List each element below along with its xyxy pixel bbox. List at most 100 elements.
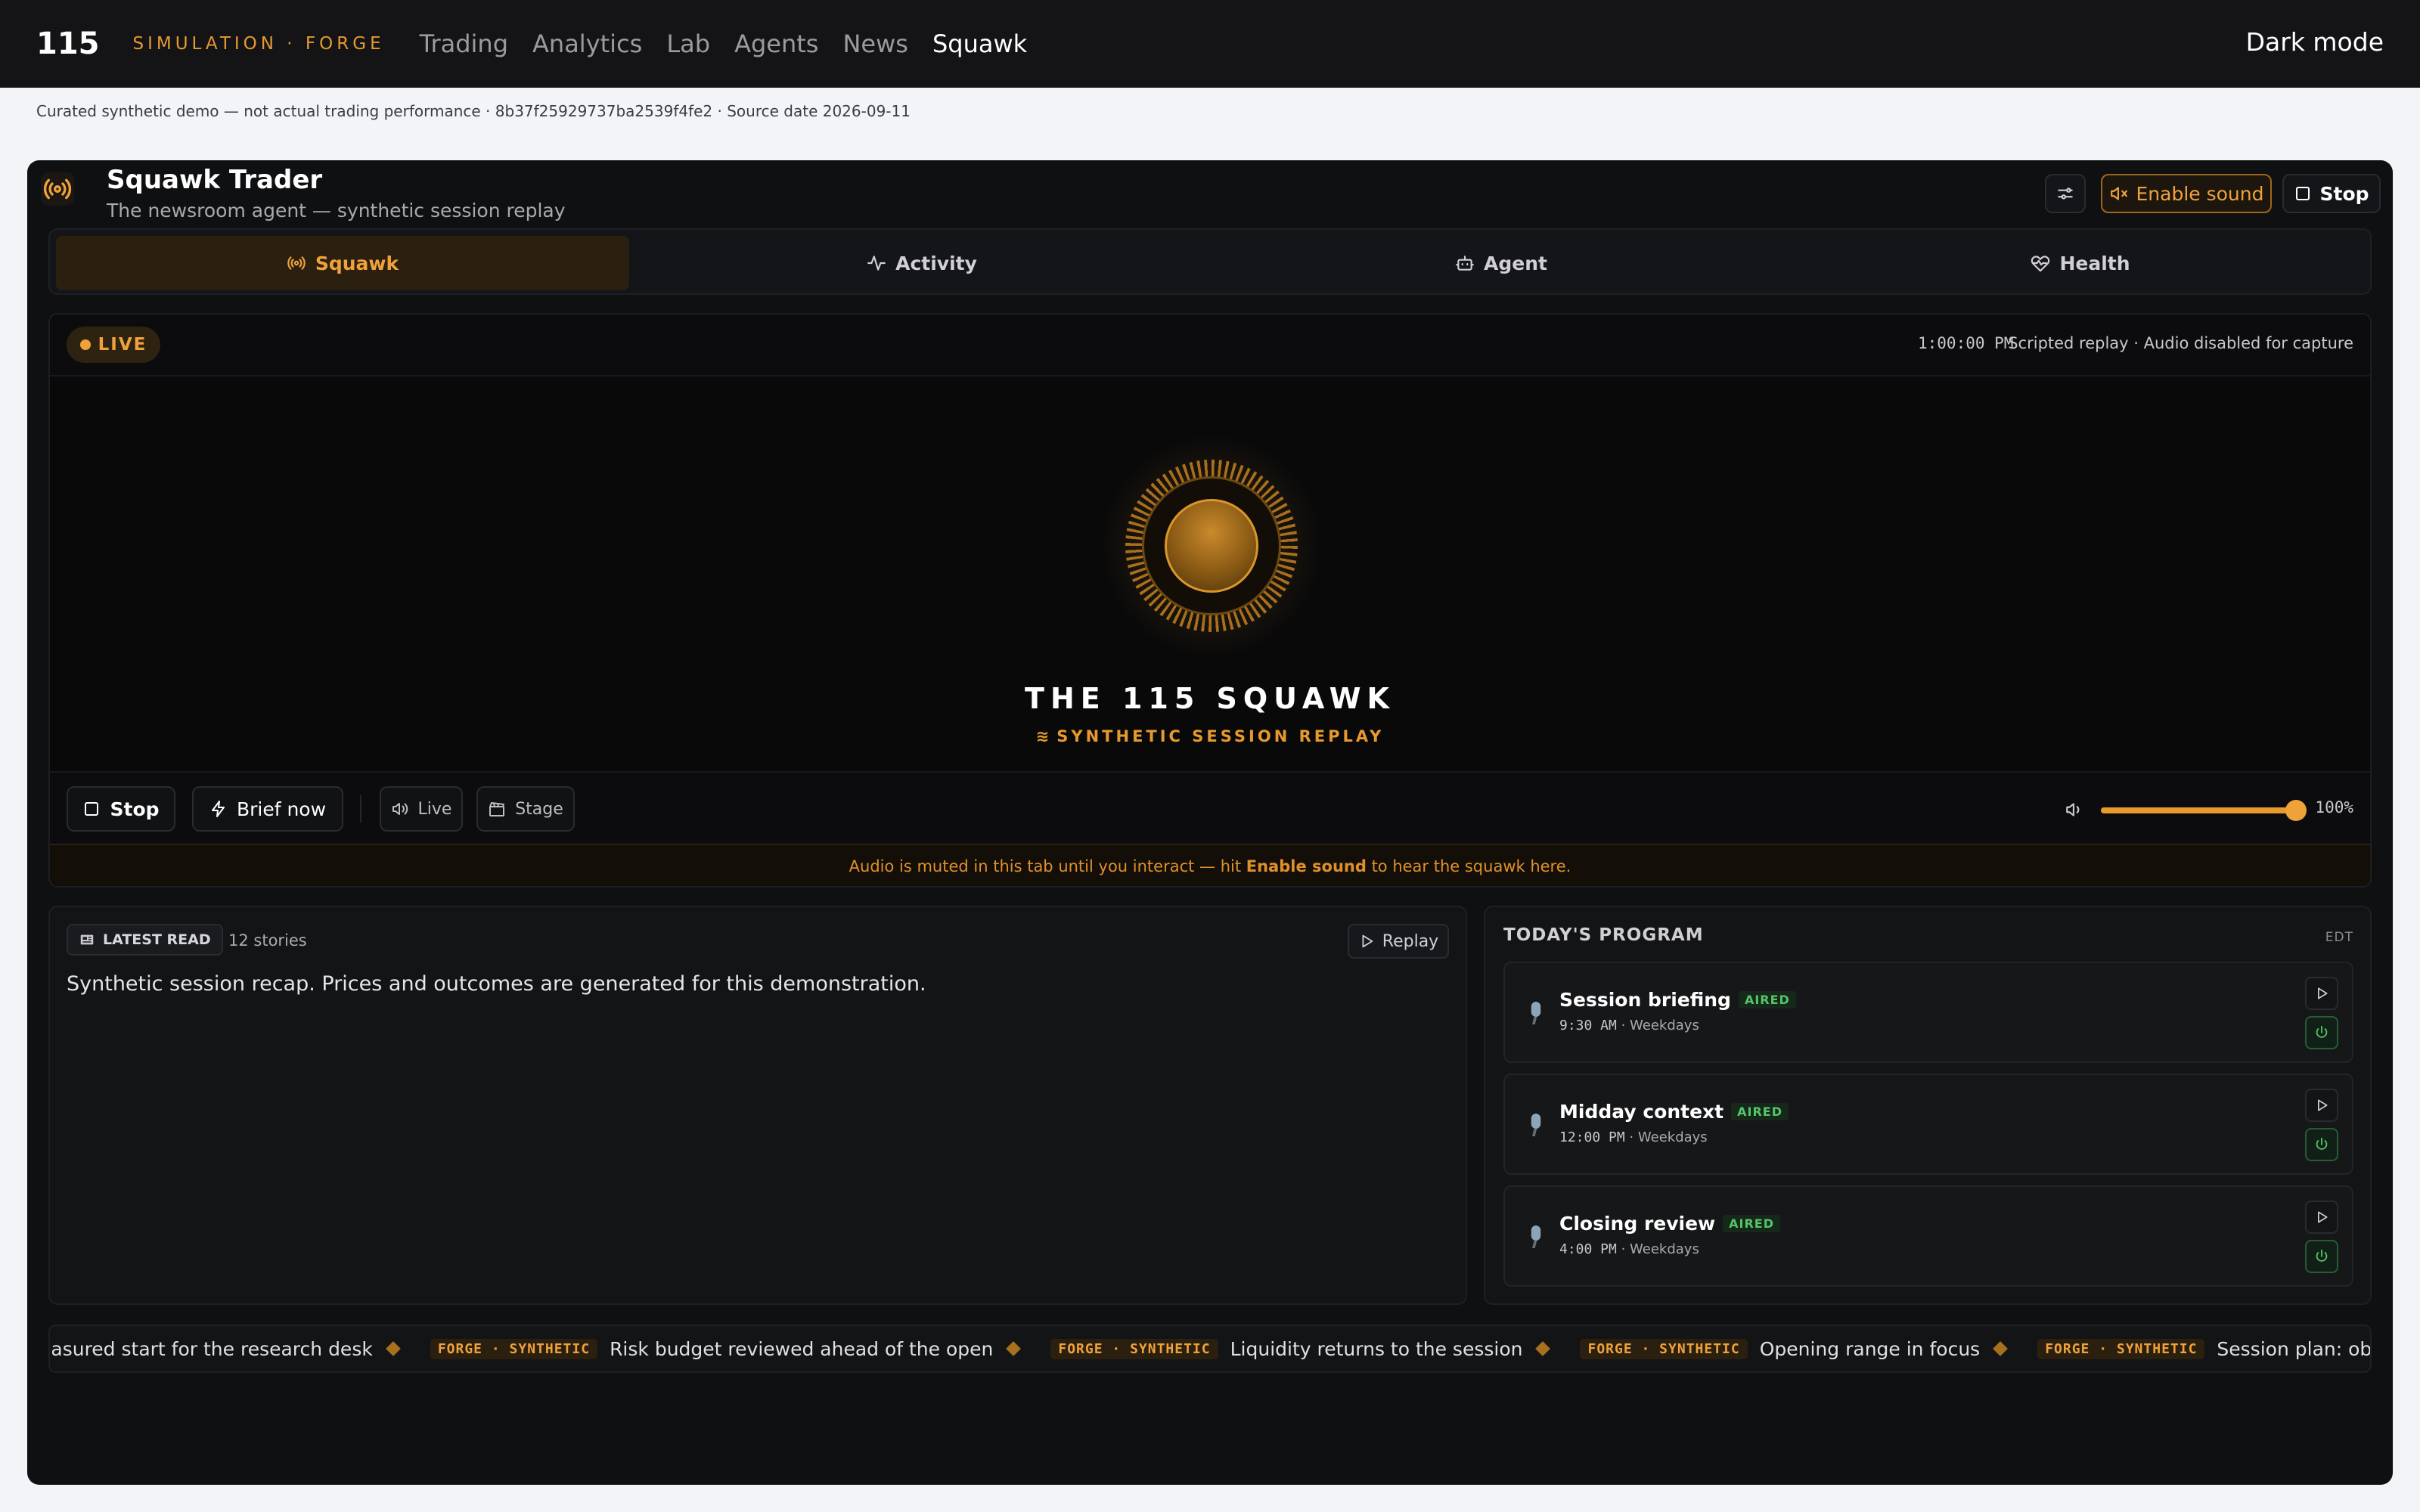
disclaimer-text: Curated synthetic demo — not actual trad… [36,102,911,120]
ticker-tag: FORGE · SYNTHETIC [2037,1338,2205,1359]
nav-link-trading[interactable]: Trading [420,29,508,58]
top-nav: 115 SIMULATION · FORGE Trading Analytics… [0,0,2420,88]
program-item-time: 12:00 PM [1559,1129,1625,1145]
diamond-separator-icon [1535,1341,1551,1356]
program-item-title: Midday context [1559,1101,1724,1123]
program-item-name: Midday context AIRED [1559,1101,1789,1123]
ticker-text: Opening range in focus [1759,1337,1981,1360]
muted-notice-link[interactable]: Enable sound [1246,857,1367,875]
volume-slider[interactable] [2101,807,2296,813]
ticker-text: Liquidity returns to the session [1230,1337,1523,1360]
diamond-separator-icon [1006,1341,1022,1356]
nav-link-news[interactable]: News [842,29,908,58]
replay-button[interactable]: Replay [1348,924,1449,959]
play-icon [2318,987,2328,999]
tab-label: Health [2059,252,2130,274]
newspaper-icon [80,934,94,945]
program-title: TODAY'S PROGRAM [1503,925,1704,945]
ticker-tag: FORGE · SYNTHETIC [1580,1338,1748,1359]
stop-label: Stop [110,798,160,820]
play-icon [2318,1099,2328,1111]
radio-icon [287,256,306,270]
latest-read-label: LATEST READ [103,931,211,948]
program-timezone: EDT [2325,930,2353,945]
enable-sound-button[interactable]: Enable sound [2101,174,2272,213]
program-item-days: Weekdays [1630,1018,1699,1033]
tab-agent[interactable]: Agent [1215,236,1788,290]
nav-link-squawk[interactable]: Squawk [932,29,1027,58]
program-item-meta: 12:00 PM · Weekdays [1559,1129,1708,1145]
live-dot-icon [79,339,91,350]
latest-read-text: Synthetic session recap. Prices and outc… [67,972,926,996]
tab-activity[interactable]: Activity [635,236,1208,290]
ticker-item: FORGE · SYNTHETIC Session plan: observe,… [2037,1338,2370,1360]
toggle-program-button[interactable] [2305,1016,2338,1049]
power-icon [2316,1025,2328,1038]
program-item-title: Session briefing [1559,989,1731,1011]
brief-now-label: Brief now [236,798,327,820]
tab-health[interactable]: Health [1794,236,2367,290]
aired-badge: AIRED [1738,991,1796,1009]
settings-button[interactable] [2045,174,2086,213]
nav-link-analytics[interactable]: Analytics [532,29,642,58]
ticker-track: easured start for the research desk FORG… [48,1326,2370,1371]
squawk-card: Squawk Trader The newsroom agent — synth… [27,160,2393,1485]
story-count: 12 stories [228,931,307,950]
play-program-button[interactable] [2305,1089,2338,1122]
squawk-player: LIVE 1:00:00 PM Scripted replay · Audio … [48,313,2372,888]
tab-bar: Squawk Activity Agent Health [48,228,2372,295]
card-header: Squawk Trader The newsroom agent — synth… [27,160,2393,227]
nav-link-lab[interactable]: Lab [666,29,710,58]
session-clock: 1:00:00 PM [1918,334,2014,352]
stop-button-header[interactable]: Stop [2282,174,2381,213]
nav-link-agents[interactable]: Agents [734,29,818,58]
orb-core [1165,499,1258,593]
replay-note: Scripted replay · Audio disabled for cap… [2008,334,2353,352]
show-subtitle-text: SYNTHETIC SESSION REPLAY [1056,727,1385,745]
program-item-days: Weekdays [1630,1241,1699,1257]
show-title: THE 115 SQUAWK [1025,682,1395,715]
speaker-icon [392,803,408,815]
play-program-button[interactable] [2305,977,2338,1010]
controls-divider [360,795,361,823]
stop-label: Stop [2319,182,2369,205]
play-program-button[interactable] [2305,1201,2338,1234]
latest-read-panel: LATEST READ 12 stories Replay Synthetic … [48,906,1467,1305]
program-item-name: Closing review AIRED [1559,1213,1781,1235]
stage-mode-button[interactable]: Stage [476,786,575,832]
latest-read-badge: LATEST READ [67,924,223,956]
tab-squawk[interactable]: Squawk [56,236,629,290]
enable-sound-label: Enable sound [2136,182,2264,205]
radio-broadcast-icon [41,172,74,206]
ticker-text: easured start for the research desk [48,1337,373,1360]
bot-icon [1456,256,1474,271]
lightning-icon [211,801,225,817]
play-icon [2318,1211,2328,1223]
diamond-separator-icon [1993,1341,2009,1356]
program-item-time: 4:00 PM [1559,1241,1617,1257]
live-mode-button[interactable]: Live [380,786,463,832]
volume-icon [2066,803,2080,816]
speaker-muted-icon [2110,187,2127,200]
ticker-item: FORGE · SYNTHETIC Liquidity returns to t… [1050,1338,1580,1360]
stage-mode-label: Stage [515,799,563,819]
dark-mode-toggle[interactable]: Dark mode [2246,27,2384,57]
power-icon [2316,1249,2328,1262]
stop-button[interactable]: Stop [67,786,175,832]
microphone-icon [1531,1114,1541,1136]
live-badge: LIVE [67,327,160,363]
show-subtitle: ≋ SYNTHETIC SESSION REPLAY [50,727,2370,745]
brief-now-button[interactable]: Brief now [192,786,343,832]
muted-notice-suffix: to hear the squawk here. [1366,857,1571,875]
logo[interactable]: 115 [36,26,100,61]
play-icon [1362,934,1373,948]
program-item-meta: 9:30 AM · Weekdays [1559,1018,1699,1033]
heart-pulse-icon [2031,256,2050,272]
brand-label: SIMULATION · FORGE [132,34,385,54]
toggle-program-button[interactable] [2305,1240,2338,1273]
page-subtitle: The newsroom agent — synthetic session r… [107,200,566,222]
program-item-name: Session briefing AIRED [1559,989,1796,1011]
toggle-program-button[interactable] [2305,1128,2338,1161]
volume-slider-handle[interactable] [2285,800,2307,821]
microphone-icon [1531,1002,1541,1024]
